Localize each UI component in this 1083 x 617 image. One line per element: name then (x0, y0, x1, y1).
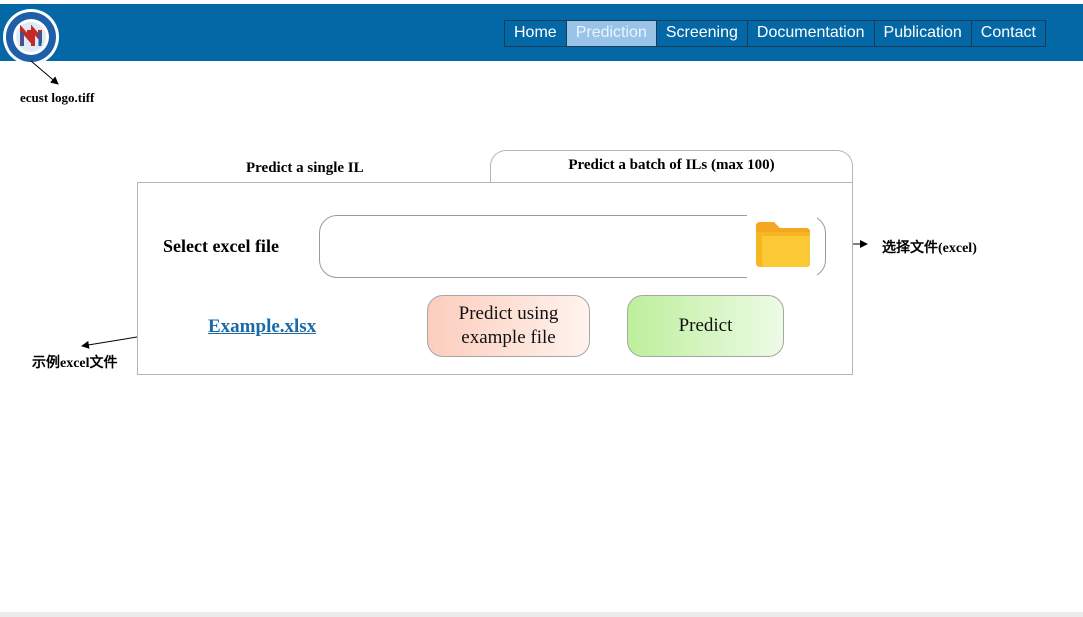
predict-example-button-label: Predict using example file (458, 303, 559, 348)
tab-single-il[interactable]: Predict a single IL (246, 160, 364, 177)
nav-contact[interactable]: Contact (972, 21, 1045, 46)
nav-prediction[interactable]: Prediction (566, 21, 657, 46)
predict-button[interactable]: Predict (627, 295, 784, 357)
page-bottom-edge (0, 612, 1083, 617)
example-file-note: 示例excel文件 (32, 356, 118, 371)
logo-note: ecust logo.tiff (20, 90, 95, 105)
select-file-note: 选择文件(excel) (882, 241, 977, 256)
main-nav: Home Prediction Screening Documentation … (504, 20, 1046, 47)
nav-publication[interactable]: Publication (875, 21, 972, 46)
header-bar: Home Prediction Screening Documentation … (0, 4, 1083, 65)
nav-documentation[interactable]: Documentation (748, 21, 875, 46)
folder-icon[interactable] (754, 220, 812, 268)
predict-button-label: Predict (678, 315, 733, 336)
nav-screening[interactable]: Screening (657, 21, 748, 46)
university-logo[interactable] (2, 8, 60, 66)
example-file-link[interactable]: Example.xlsx (208, 316, 316, 338)
predict-example-button[interactable]: Predict using example file (427, 295, 590, 357)
select-file-label: Select excel file (163, 236, 279, 256)
tab-batch-ils[interactable]: Predict a batch of ILs (max 100) (490, 150, 853, 184)
nav-home[interactable]: Home (505, 21, 567, 46)
